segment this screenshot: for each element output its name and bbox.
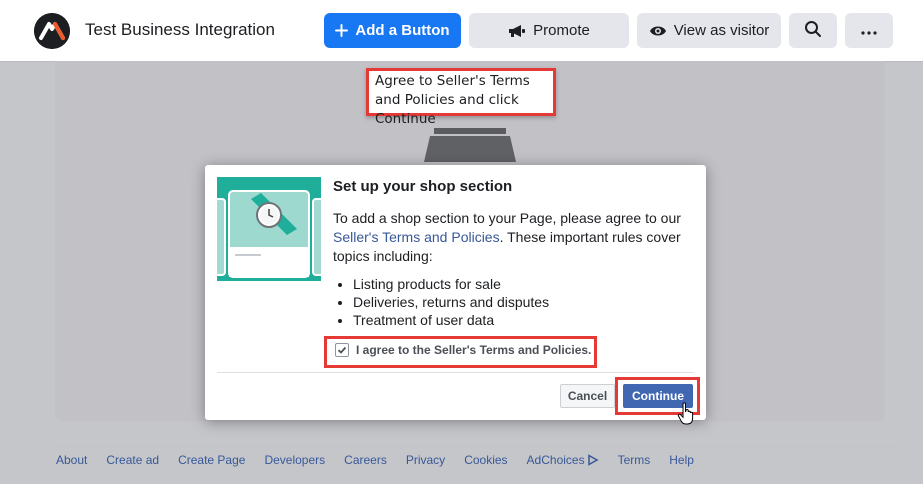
- list-item: Treatment of user data: [353, 311, 549, 329]
- footer-link-create-ad[interactable]: Create ad: [106, 453, 159, 467]
- hand-cursor-icon: [677, 402, 694, 425]
- shop-stand-icon: [424, 128, 516, 162]
- footer-link-terms[interactable]: Terms: [618, 453, 651, 467]
- sellers-terms-link[interactable]: Seller's Terms and Policies: [333, 229, 500, 245]
- eye-icon: [649, 25, 667, 37]
- add-button-label: Add a Button: [355, 22, 450, 39]
- list-item: Listing products for sale: [353, 275, 549, 293]
- topics-list: Listing products for sale Deliveries, re…: [333, 275, 549, 329]
- footer-links: About Create ad Create Page Developers C…: [56, 453, 713, 467]
- agree-checkbox-label[interactable]: I agree to the Seller's Terms and Polici…: [356, 343, 591, 357]
- more-options-button[interactable]: [845, 13, 893, 48]
- page-header: Test Business Integration Add a Button P…: [0, 0, 923, 62]
- footer-link-developers[interactable]: Developers: [264, 453, 325, 467]
- dialog-divider: [217, 372, 694, 373]
- footer-link-adchoices[interactable]: AdChoices: [527, 453, 599, 467]
- megaphone-icon: [508, 24, 526, 38]
- footer-link-careers[interactable]: Careers: [344, 453, 387, 467]
- promote-label: Promote: [533, 22, 590, 39]
- cancel-button[interactable]: Cancel: [560, 384, 615, 408]
- search-button[interactable]: [789, 13, 837, 48]
- promote-button[interactable]: Promote: [469, 13, 629, 48]
- dialog-description: To add a shop section to your Page, plea…: [333, 209, 693, 266]
- add-button-button[interactable]: Add a Button: [324, 13, 461, 48]
- plus-icon: [335, 24, 349, 37]
- search-icon: [804, 20, 822, 42]
- footer-link-about[interactable]: About: [56, 453, 87, 467]
- business-logo-icon[interactable]: [34, 13, 70, 49]
- instruction-callout: Agree to Seller's Terms and Policies and…: [366, 68, 556, 127]
- agree-checkbox[interactable]: [335, 343, 349, 357]
- more-icon: [861, 22, 877, 39]
- adchoices-icon: [587, 454, 599, 466]
- page-title[interactable]: Test Business Integration: [85, 20, 275, 40]
- dialog-text-prefix: To add a shop section to your Page, plea…: [333, 210, 681, 226]
- footer-link-adchoices-label: AdChoices: [526, 453, 585, 467]
- checkmark-icon: [337, 346, 347, 354]
- dialog-title: Set up your shop section: [333, 178, 513, 195]
- list-item: Deliveries, returns and disputes: [353, 293, 549, 311]
- footer-link-cookies[interactable]: Cookies: [464, 453, 507, 467]
- footer-link-help[interactable]: Help: [669, 453, 694, 467]
- footer-divider: [55, 441, 900, 442]
- footer-link-privacy[interactable]: Privacy: [406, 453, 445, 467]
- agree-checkbox-row[interactable]: I agree to the Seller's Terms and Polici…: [335, 343, 591, 357]
- footer-link-create-page[interactable]: Create Page: [178, 453, 245, 467]
- shop-setup-dialog: Set up your shop section To add a shop s…: [196, 165, 706, 420]
- view-as-visitor-label: View as visitor: [673, 22, 770, 39]
- shop-illustration: [196, 177, 342, 281]
- view-as-visitor-button[interactable]: View as visitor: [637, 13, 781, 48]
